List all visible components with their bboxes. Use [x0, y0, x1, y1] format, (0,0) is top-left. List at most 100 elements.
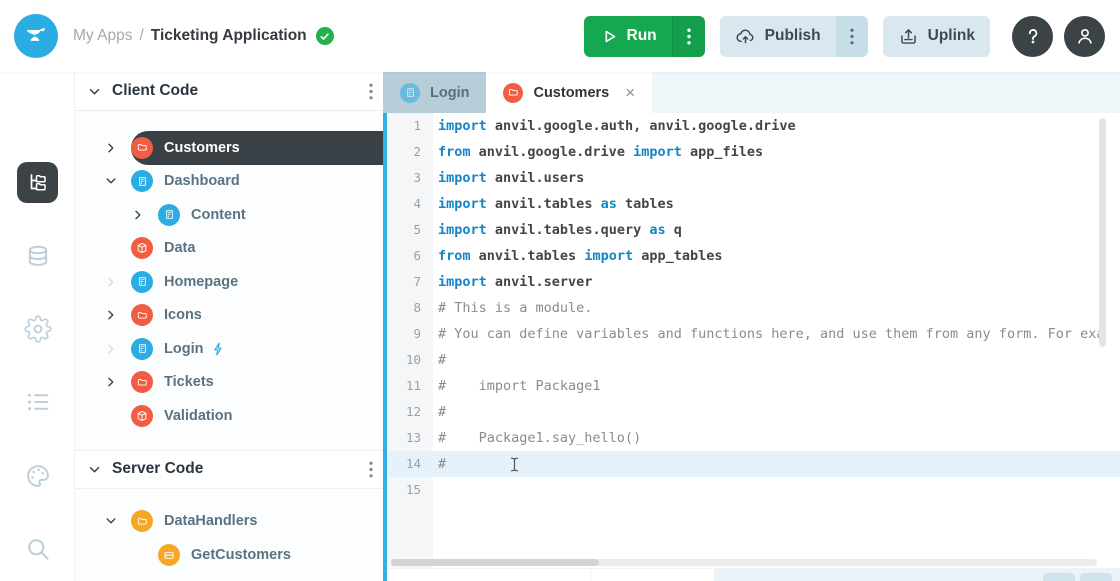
- chevron-right-icon[interactable]: [104, 341, 120, 357]
- kebab-icon: [687, 28, 691, 45]
- tab-bar-filler: [652, 72, 1120, 113]
- code-line-13[interactable]: 13# Package1.say_hello(): [387, 425, 1120, 451]
- tree-item-login[interactable]: Login: [75, 332, 383, 366]
- line-number: 5: [387, 217, 433, 243]
- chevron-right-icon[interactable]: [104, 307, 120, 323]
- text-cursor-ibeam: [510, 457, 519, 472]
- horizontal-scrollbar-thumb[interactable]: [391, 559, 599, 566]
- code-line-9[interactable]: 9# You can define variables and function…: [387, 321, 1120, 347]
- line-number: 11: [387, 373, 433, 399]
- line-content: from anvil.tables import app_tables: [433, 243, 723, 269]
- code-region[interactable]: 1import anvil.google.auth, anvil.google.…: [387, 113, 1120, 568]
- chevron-right-icon[interactable]: [131, 207, 147, 223]
- folder-icon: [131, 137, 153, 159]
- code-line-10[interactable]: 10#: [387, 347, 1120, 373]
- activity-item-search[interactable]: [0, 535, 75, 563]
- close-tab-icon[interactable]: ×: [625, 84, 635, 101]
- tree-item-getcustomers[interactable]: GetCustomers: [75, 538, 383, 572]
- tree-item-homepage[interactable]: Homepage: [75, 265, 383, 299]
- anvil-icon: [23, 23, 49, 49]
- line-number: 14: [387, 451, 433, 477]
- line-number: 8: [387, 295, 433, 321]
- theme-palette-icon: [24, 462, 52, 490]
- database-icon: [24, 243, 52, 271]
- help-button[interactable]: [1012, 16, 1053, 57]
- vertical-scrollbar-thumb[interactable]: [1099, 118, 1106, 347]
- server-icon: [158, 544, 180, 566]
- editor-body: 1import anvil.google.auth, anvil.google.…: [383, 113, 1120, 581]
- code-line-5[interactable]: 5import anvil.tables.query as q: [387, 217, 1120, 243]
- breadcrumb-my-apps[interactable]: My Apps: [73, 27, 132, 45]
- uplink-label: Uplink: [928, 27, 975, 45]
- code-line-8[interactable]: 8# This is a module.: [387, 295, 1120, 321]
- folder-icon: [131, 304, 153, 326]
- tree-item-tickets[interactable]: Tickets: [75, 366, 383, 400]
- bottom-panel-button[interactable]: [1043, 573, 1075, 581]
- run-button[interactable]: Run: [584, 16, 672, 57]
- tab-bar: LoginCustomers×: [383, 72, 1120, 113]
- client-code-header[interactable]: Client Code: [75, 72, 383, 111]
- tree-item-label: Validation: [164, 408, 233, 424]
- breadcrumb: My Apps / Ticketing Application: [73, 27, 334, 45]
- publish-button[interactable]: Publish: [720, 16, 836, 57]
- code-line-15[interactable]: 15: [387, 477, 1120, 503]
- tree-item-label: Content: [191, 207, 246, 223]
- kebab-icon[interactable]: [369, 461, 373, 478]
- code-line-14[interactable]: 14#: [387, 451, 1120, 477]
- chevron-down-icon[interactable]: [104, 173, 120, 189]
- code-line-6[interactable]: 6from anvil.tables import app_tables: [387, 243, 1120, 269]
- tree-item-datahandlers[interactable]: DataHandlers: [75, 505, 383, 539]
- code-line-3[interactable]: 3import anvil.users: [387, 165, 1120, 191]
- settings-icon: [24, 315, 52, 343]
- uplink-button[interactable]: Uplink: [883, 16, 990, 57]
- code-line-4[interactable]: 4import anvil.tables as tables: [387, 191, 1120, 217]
- publish-options-button[interactable]: [836, 16, 868, 57]
- tab-login[interactable]: Login: [383, 72, 486, 113]
- chevron-spacer: [104, 240, 120, 256]
- code-line-7[interactable]: 7import anvil.server: [387, 269, 1120, 295]
- line-number: 12: [387, 399, 433, 425]
- tab-customers[interactable]: Customers×: [486, 72, 652, 113]
- chevron-right-icon[interactable]: [104, 140, 120, 156]
- line-number: 7: [387, 269, 433, 295]
- chevron-right-icon[interactable]: [104, 274, 120, 290]
- question-icon: [1022, 25, 1044, 47]
- code-line-2[interactable]: 2from anvil.google.drive import app_file…: [387, 139, 1120, 165]
- activity-item-outline-list[interactable]: [0, 388, 75, 416]
- tree-item-data[interactable]: Data: [75, 232, 383, 266]
- server-code-title: Server Code: [112, 460, 369, 478]
- kebab-icon[interactable]: [369, 83, 373, 100]
- folder-glyph: [136, 515, 149, 528]
- account-button[interactable]: [1064, 16, 1105, 57]
- activity-item-settings[interactable]: [0, 315, 75, 343]
- client-code-tree: CustomersDashboard Content DataHomepageIco…: [75, 111, 383, 433]
- chevron-right-icon[interactable]: [104, 374, 120, 390]
- tree-item-validation[interactable]: Validation: [75, 399, 383, 433]
- tree-item-dashboard[interactable]: Dashboard: [75, 165, 383, 199]
- run-options-button[interactable]: [672, 16, 705, 57]
- line-number: 4: [387, 191, 433, 217]
- tree-item-content[interactable]: Content: [75, 198, 383, 232]
- anvil-logo[interactable]: [14, 14, 58, 58]
- tree-item-customers[interactable]: Customers: [75, 131, 383, 165]
- form-glyph: [404, 86, 417, 99]
- activity-item-theme-palette[interactable]: [0, 462, 75, 490]
- code-line-1[interactable]: 1import anvil.google.auth, anvil.google.…: [387, 113, 1120, 139]
- activity-item-app-browser[interactable]: [0, 162, 75, 203]
- form-glyph: [163, 208, 176, 221]
- bottom-panel-section: [591, 569, 715, 581]
- tree-item-label: GetCustomers: [191, 547, 291, 563]
- line-number: 15: [387, 477, 433, 503]
- line-number: 6: [387, 243, 433, 269]
- server-code-header[interactable]: Server Code: [75, 450, 383, 489]
- code-line-11[interactable]: 11# import Package1: [387, 373, 1120, 399]
- code-line-12[interactable]: 12#: [387, 399, 1120, 425]
- check-icon: [319, 31, 330, 42]
- chevron-down-icon[interactable]: [104, 513, 120, 529]
- activity-item-database[interactable]: [0, 243, 75, 271]
- published-status-badge[interactable]: [316, 27, 334, 45]
- tree-item-icons[interactable]: Icons: [75, 299, 383, 333]
- horizontal-scrollbar[interactable]: [391, 559, 1097, 566]
- bottom-panel-button[interactable]: [1080, 573, 1112, 581]
- breadcrumb-separator: /: [139, 27, 143, 45]
